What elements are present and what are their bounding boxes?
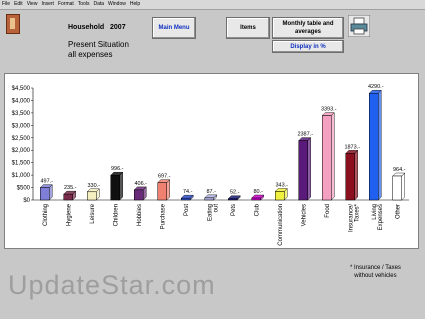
- bar-value-label: 343.-: [275, 182, 288, 188]
- menu-item-edit[interactable]: Edit: [12, 0, 25, 9]
- menu-bar: File Edit View Insert Format Tools Data Window H…: [0, 0, 425, 10]
- y-tick-label: $500: [17, 186, 31, 192]
- menu-item-data[interactable]: Data: [91, 0, 106, 9]
- bar-4: [134, 189, 144, 201]
- y-tick-label: $3,500: [12, 111, 31, 117]
- year-label: 2007: [110, 24, 126, 31]
- display-percent-button[interactable]: Display in %: [272, 40, 344, 53]
- printer-icon[interactable]: [348, 15, 370, 37]
- bar-0: [40, 187, 50, 201]
- bar-3: [110, 174, 120, 201]
- category-label: Other: [395, 204, 401, 219]
- y-tick-label: $1,000: [12, 173, 31, 179]
- title-label: Household: [68, 24, 105, 31]
- bar-value-label: 697.-: [158, 174, 171, 180]
- category-label: Leisure: [90, 203, 96, 223]
- main-menu-button[interactable]: Main Menu: [152, 17, 196, 39]
- bar-value-label: 1873.-: [344, 144, 360, 150]
- bar-value-label: 3393.-: [321, 107, 337, 113]
- bar-chart-svg: $0 $500 $1,000 $1,500 $2,000 $2,500 $3,000 $3,5…: [12, 84, 409, 246]
- footnote: * Insurance / Taxes without vehicles: [350, 264, 401, 280]
- category-label: Children: [113, 204, 119, 226]
- bar-6: [181, 197, 191, 201]
- bar-12: [322, 115, 332, 201]
- bar-side: [331, 112, 335, 201]
- menu-item-window[interactable]: Window: [106, 0, 128, 9]
- bar-value-label: 87.-: [207, 189, 217, 195]
- bar-2: [87, 191, 97, 201]
- bar-7: [204, 197, 214, 201]
- menu-item-tools[interactable]: Tools: [76, 0, 92, 9]
- bar-value-label: 2387.-: [297, 132, 313, 138]
- bar-value-label: 235.-: [64, 185, 77, 191]
- bar-value-label: 497.-: [40, 179, 53, 185]
- category-label: Vehicles: [301, 204, 307, 226]
- subtitle-expenses: all expenses: [68, 50, 113, 59]
- expenses-chart: $0 $500 $1,000 $1,500 $2,000 $2,500 $3,000 $3,5…: [4, 73, 419, 249]
- category-label: Club: [254, 203, 260, 216]
- category-label: Hobbies: [137, 204, 143, 226]
- bar-15: [392, 175, 402, 201]
- category-label: Insurance/Taxes*: [348, 203, 360, 232]
- category-label: Clothing: [43, 204, 49, 226]
- bar-1: [63, 193, 73, 201]
- bar-value-label: 406.-: [134, 181, 147, 187]
- y-tick-label: $4,000: [12, 98, 31, 104]
- bar-value-label: 330.-: [87, 183, 100, 189]
- y-tick-label: $2,500: [12, 136, 31, 142]
- bar-10: [275, 191, 285, 201]
- y-tick-label: $3,000: [12, 123, 31, 129]
- bar-side: [354, 149, 358, 201]
- menu-item-file[interactable]: File: [0, 0, 12, 9]
- y-tick-label: $0: [23, 198, 30, 204]
- category-label: Food: [325, 204, 331, 218]
- bar-13: [345, 153, 355, 201]
- page-title: Household 2007: [68, 24, 126, 31]
- bar-8: [228, 198, 238, 201]
- items-button[interactable]: Items: [226, 17, 270, 39]
- bar-11: [298, 140, 308, 201]
- category-label: LivingExpenses: [372, 204, 384, 230]
- bar-5: [157, 182, 167, 201]
- bar-9: [251, 197, 261, 201]
- bar-side: [166, 179, 170, 201]
- bar-side: [307, 137, 311, 201]
- bar-value-label: 996.-: [111, 166, 124, 172]
- y-tick-label: $2,000: [12, 148, 31, 154]
- footnote-line1: * Insurance / Taxes: [350, 265, 401, 271]
- bar-value-label: 964.-: [393, 167, 406, 173]
- bar-value-label: 4290.-: [368, 84, 384, 90]
- bar-side: [401, 172, 405, 201]
- watermark: UpdateStar.com: [8, 270, 216, 300]
- bar-side: [119, 171, 123, 201]
- menu-item-help[interactable]: Help: [128, 0, 142, 9]
- menu-item-format[interactable]: Format: [56, 0, 76, 9]
- category-label: Eatingout: [207, 204, 219, 221]
- bar-side: [378, 89, 382, 201]
- subtitle-situation: Present Situation: [68, 40, 129, 49]
- category-label: Hygiene: [66, 203, 72, 226]
- category-label: Post: [184, 204, 190, 216]
- y-tick-label: $4,500: [12, 86, 31, 92]
- bar-14: [369, 92, 379, 201]
- menu-item-insert[interactable]: Insert: [39, 0, 56, 9]
- category-label: Communication: [278, 204, 284, 246]
- menu-item-view[interactable]: View: [25, 0, 40, 9]
- bar-value-label: 74.-: [183, 189, 193, 195]
- category-label: Pets: [231, 204, 237, 216]
- door-icon[interactable]: [6, 14, 20, 34]
- monthly-table-button[interactable]: Monthly table and averages: [272, 17, 344, 39]
- footnote-line2: without vehicles: [354, 273, 397, 279]
- bar-value-label: 80.-: [254, 189, 264, 195]
- bar-value-label: 52.-: [230, 190, 240, 196]
- category-label: Purchase: [160, 203, 166, 229]
- y-tick-label: $1,500: [12, 161, 31, 167]
